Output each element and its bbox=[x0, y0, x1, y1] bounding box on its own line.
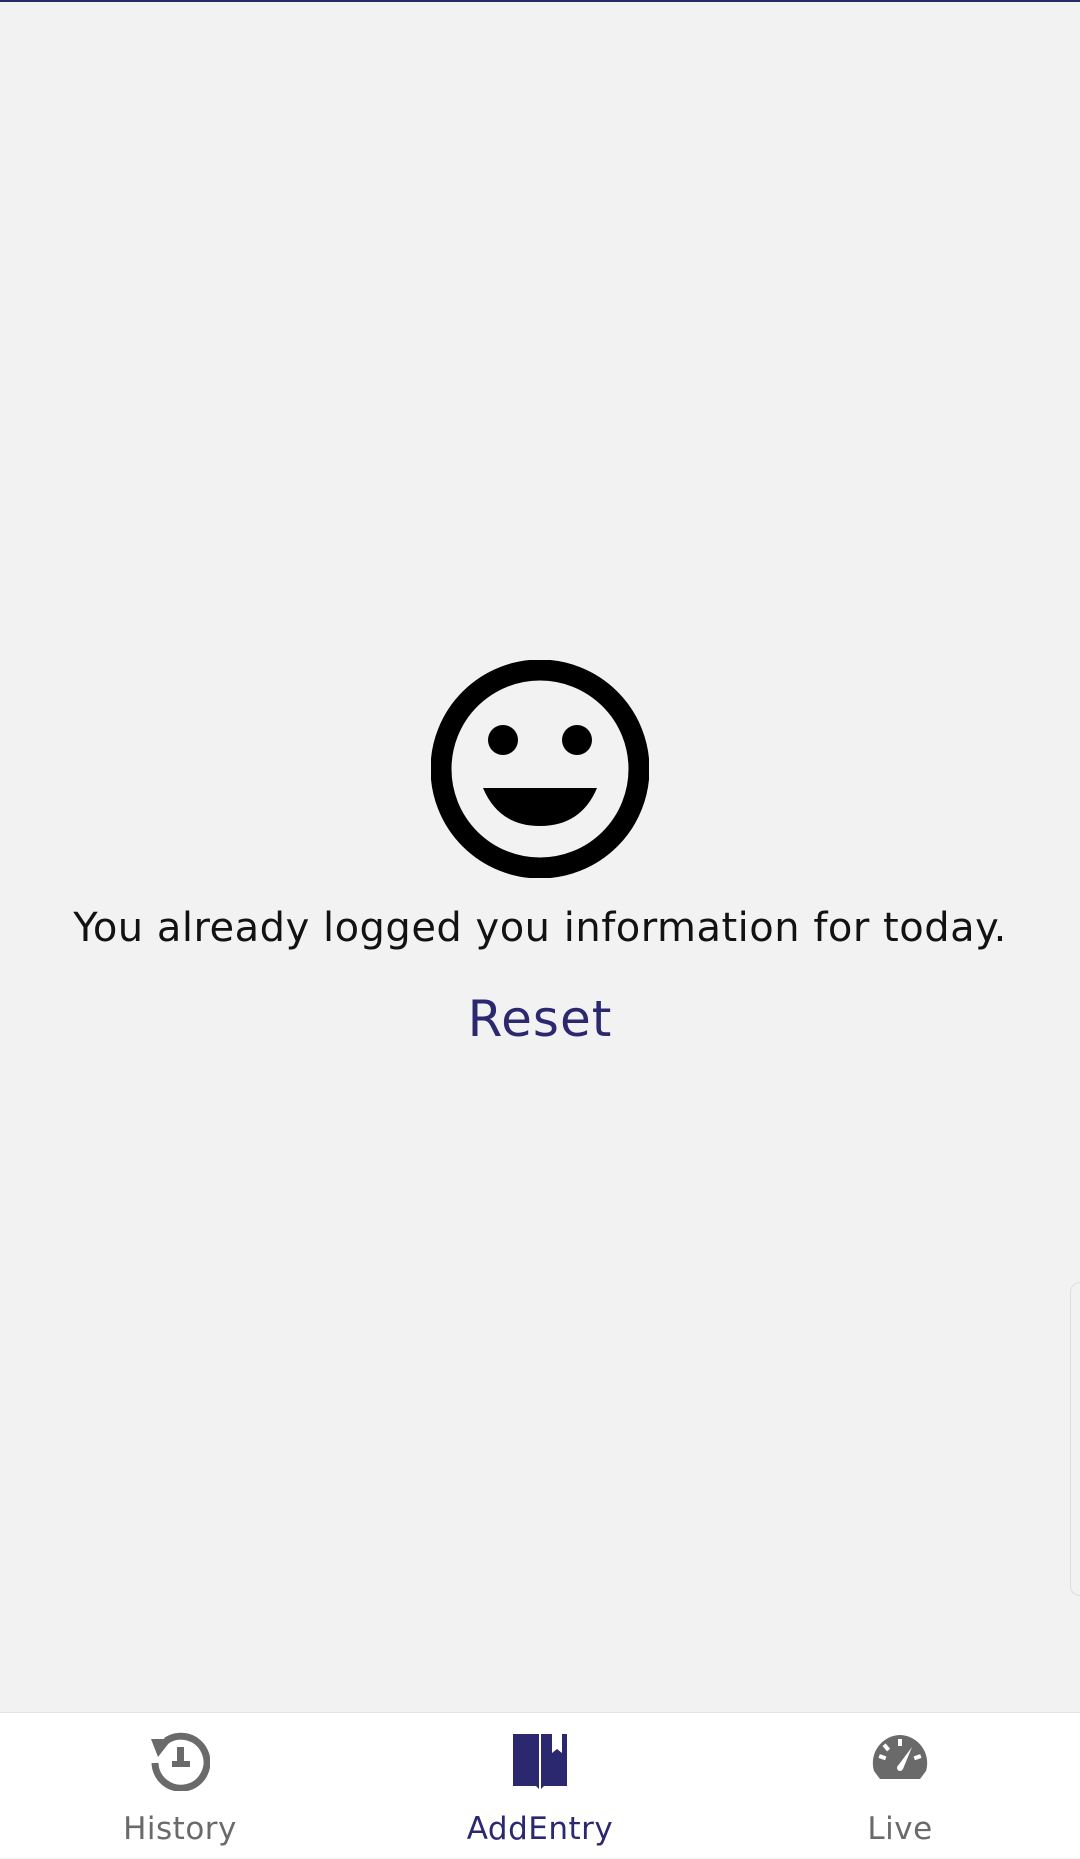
reset-button[interactable]: Reset bbox=[440, 984, 640, 1054]
status-message: You already logged you information for t… bbox=[73, 905, 1007, 951]
main-content: You already logged you information for t… bbox=[0, 2, 1080, 1712]
bottom-navigation: History AddEntry Live bbox=[0, 1712, 1080, 1858]
nav-item-history[interactable]: History bbox=[0, 1713, 360, 1859]
nav-item-live[interactable]: Live bbox=[720, 1713, 1080, 1859]
nav-label-live: Live bbox=[867, 1811, 933, 1847]
speedometer-icon bbox=[872, 1735, 928, 1779]
nav-label-history: History bbox=[123, 1811, 237, 1847]
nav-item-addentry[interactable]: AddEntry bbox=[360, 1713, 720, 1859]
book-icon bbox=[513, 1734, 567, 1789]
history-icon bbox=[151, 1732, 210, 1791]
nav-label-addentry: AddEntry bbox=[466, 1811, 614, 1847]
smiley-face-icon bbox=[431, 660, 649, 878]
side-drawer-handle[interactable] bbox=[1070, 1282, 1080, 1596]
